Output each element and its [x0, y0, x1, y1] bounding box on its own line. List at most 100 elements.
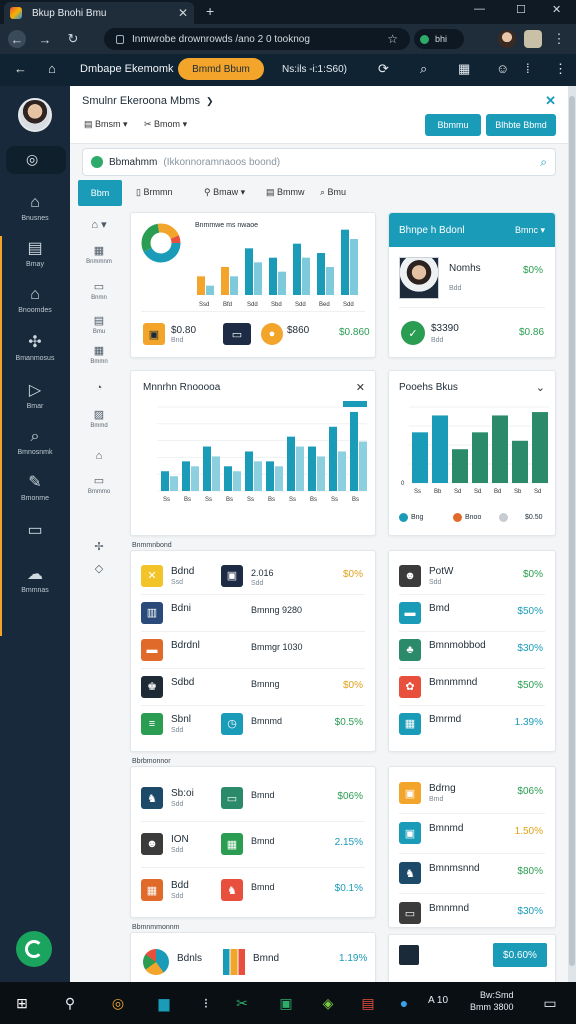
avatar[interactable] [18, 98, 52, 132]
list-card-3: ♞ Sb:oi Sdd ▭ Bmnd $06% ☻ ION Sdd ▦ Bmnd 2.15% ▦ Bdd S… [130, 766, 376, 918]
nav-selected-item[interactable]: ◎ [6, 146, 66, 174]
list-item[interactable]: ▦ Bdd Sdd ♞ Bmnd $0.1% [131, 867, 375, 913]
profile-avatar[interactable] [498, 30, 516, 48]
extension-chip[interactable]: bhi [414, 29, 464, 49]
chevron-down-icon[interactable]: ⌄ [536, 381, 545, 394]
list-item-mid: Bmnmd [251, 715, 283, 726]
list-item[interactable]: ✿ Bmnmmnd $50% [389, 668, 555, 706]
close-window-icon[interactable]: ✕ [552, 3, 561, 16]
browser-tab[interactable]: Bkup Bnohi Bmu ✕ [4, 2, 194, 24]
browser-app-icon[interactable]: ● [394, 993, 414, 1013]
sync-icon[interactable]: ⟳ [378, 61, 389, 77]
back-arrow-icon[interactable]: ← [14, 61, 27, 76]
calendar-icon[interactable]: ▦ [458, 61, 470, 77]
kebab-icon[interactable]: ⋮ [554, 61, 567, 77]
nav-item-chart[interactable]: ▤ Bmay [6, 240, 64, 268]
nav-item-message[interactable]: ▭ [6, 522, 64, 540]
filter-chip-4[interactable]: ⌕ Bmu [320, 187, 346, 198]
list-item[interactable]: ▥ Bdni Bmnng 9280 [131, 594, 375, 632]
circle-app-icon[interactable]: ◎ [108, 993, 128, 1013]
list-item[interactable]: ▬ Bmd $50% [389, 594, 555, 632]
header-action[interactable]: Bmnc ▾ [515, 225, 545, 236]
filter-dropdown-1[interactable]: ▤ Bmsm ▾ [84, 119, 128, 130]
tool-8[interactable]: ▭ Bmmmo [82, 474, 116, 495]
secondary-button[interactable]: Blhbte Bbmd [486, 114, 556, 136]
tool-7[interactable]: ⌂ [82, 450, 116, 462]
list-item[interactable]: ▭ Bmnmnd $30% [389, 893, 555, 933]
search-icon[interactable]: ⌕ [420, 61, 427, 77]
search-field[interactable]: Bbmahmm (Ikkonnoramnaoos boond) ⌕ [82, 148, 556, 176]
tool-2[interactable]: ▭ Bnmn [82, 280, 116, 301]
list-item[interactable]: ≡ Sbnl Sdd ◷ Bmnmd $0.5% [131, 705, 375, 742]
notifications-icon[interactable]: ▭ [540, 993, 560, 1013]
filter-chip-2[interactable]: ⚲ Bmaw ▾ [204, 187, 245, 198]
search-icon[interactable]: ⚲ [60, 993, 80, 1013]
tool-10[interactable]: ◇ [82, 562, 116, 575]
home-icon[interactable]: ⌂ [48, 61, 56, 76]
nav-item-edit[interactable]: ✎ Bmonme [6, 474, 64, 502]
nav-item-cloud[interactable]: ☁ Bmmnas [6, 566, 64, 594]
folder-icon[interactable]: ▆ [154, 993, 174, 1013]
reload-icon[interactable]: ↻ [64, 30, 82, 48]
grid-icon[interactable]: ⁞ [526, 61, 530, 76]
list-item[interactable]: ♞ Bmnmsnnd $80% [389, 853, 555, 894]
scrollbar[interactable] [568, 86, 576, 982]
scrollbar-thumb[interactable] [569, 96, 575, 966]
filter-dropdown-2[interactable]: ✂ Bmom ▾ [144, 119, 187, 130]
leaf-app-icon[interactable]: ◈ [318, 993, 338, 1013]
highlight-value[interactable]: $0.60% [493, 943, 547, 967]
app-badge[interactable]: Bmmd Bbum [178, 58, 264, 80]
store-icon[interactable]: ▣ [276, 993, 296, 1013]
nav-item-home[interactable]: ⌂ Bnusnes [6, 194, 64, 222]
tool-1[interactable]: ▦ Bnmmnm [82, 244, 116, 265]
breadcrumb[interactable]: Smulnr Ekeroona Mbms ❯ [82, 95, 214, 107]
star-icon[interactable]: ☆ [387, 32, 398, 46]
tool-home[interactable]: ⌂ ▾ [82, 218, 116, 231]
list-item[interactable]: ▣ Bmnmd 1.50% [389, 813, 555, 854]
search-icon[interactable]: ⌕ [540, 155, 547, 170]
tool-5[interactable]: ◔ [82, 382, 116, 394]
grid-app-icon[interactable]: ⁝ [196, 993, 216, 1013]
forward-icon[interactable]: → [36, 30, 54, 48]
user-icon[interactable]: ☺ [496, 61, 509, 76]
nav-item-building[interactable]: ⌂ Bnoomdes [6, 286, 64, 314]
new-tab-icon[interactable]: + [206, 3, 214, 19]
minimize-icon[interactable]: — [474, 3, 485, 15]
filter-chip-3[interactable]: ▤ Bmmw [266, 187, 305, 198]
tools-app-icon[interactable]: ✂ [232, 993, 252, 1013]
close-icon[interactable]: ✕ [356, 381, 365, 394]
clock[interactable]: Bw:Smd Bmm 3800 [470, 989, 514, 1013]
list-item[interactable]: ▬ Bdrdnl Bmmgr 1030 [131, 631, 375, 669]
nav-item-search[interactable]: ⌕ Bmnosnmk [6, 428, 64, 456]
list-item[interactable]: ♚ Sdbd Bmnng $0% [131, 668, 375, 706]
tool-9[interactable]: ✢ [82, 540, 116, 553]
system-tray[interactable]: A 10 [428, 995, 448, 1006]
list-item[interactable]: ▣ Bdrng Bmd $06% [389, 773, 555, 814]
filter-chip-active[interactable]: Bbm [78, 180, 122, 206]
close-tab-icon[interactable]: ✕ [178, 6, 188, 20]
list-item[interactable]: ✕ Bdnd Ssd ▣ 2.016 Sdd $0% [131, 557, 375, 595]
filter-chip-1[interactable]: ▯ Brmmn [136, 187, 172, 198]
tool-4[interactable]: ▦ Bmmn [82, 344, 116, 365]
nav-item-puzzle[interactable]: ✣ Bmanmosus [6, 334, 64, 362]
windows-start-icon[interactable]: ⊞ [12, 993, 32, 1013]
media-app-icon[interactable]: ▤ [358, 993, 378, 1013]
primary-button[interactable]: Bbmmu [425, 114, 481, 136]
list-item[interactable]: ♞ Sb:oi Sdd ▭ Bmnd $06% [131, 775, 375, 822]
product-chart: 0 Ss Bb Sd Sd Bd Sb Sd [401, 406, 549, 495]
tool-6[interactable]: ▨ Bmmd [82, 408, 116, 429]
list-item[interactable]: ▦ Bmrmd 1.39% [389, 705, 555, 742]
pin-icon[interactable]: ✕ [545, 93, 556, 109]
list-item[interactable]: ☻ PotW Sdd $0% [389, 557, 555, 595]
list-item[interactable]: ♣ Bmnmobbod $30% [389, 631, 555, 669]
chat-button[interactable] [16, 931, 52, 967]
profile-secondary-icon[interactable] [524, 30, 542, 48]
nav-item-flag[interactable]: ▷ Bmar [6, 382, 64, 410]
maximize-icon[interactable]: ☐ [516, 3, 526, 16]
address-bar[interactable]: Inmwrobe drownrowds /ano 2 0 tooknog ☆ [104, 28, 410, 50]
list-item-value: 2.15% [334, 837, 363, 848]
tool-3[interactable]: ▤ Bmu [82, 314, 116, 335]
list-item[interactable]: ☻ ION Sdd ▦ Bmnd 2.15% [131, 821, 375, 868]
back-icon[interactable]: ← [8, 30, 26, 48]
more-menu-icon[interactable]: ⋮ [550, 30, 568, 48]
